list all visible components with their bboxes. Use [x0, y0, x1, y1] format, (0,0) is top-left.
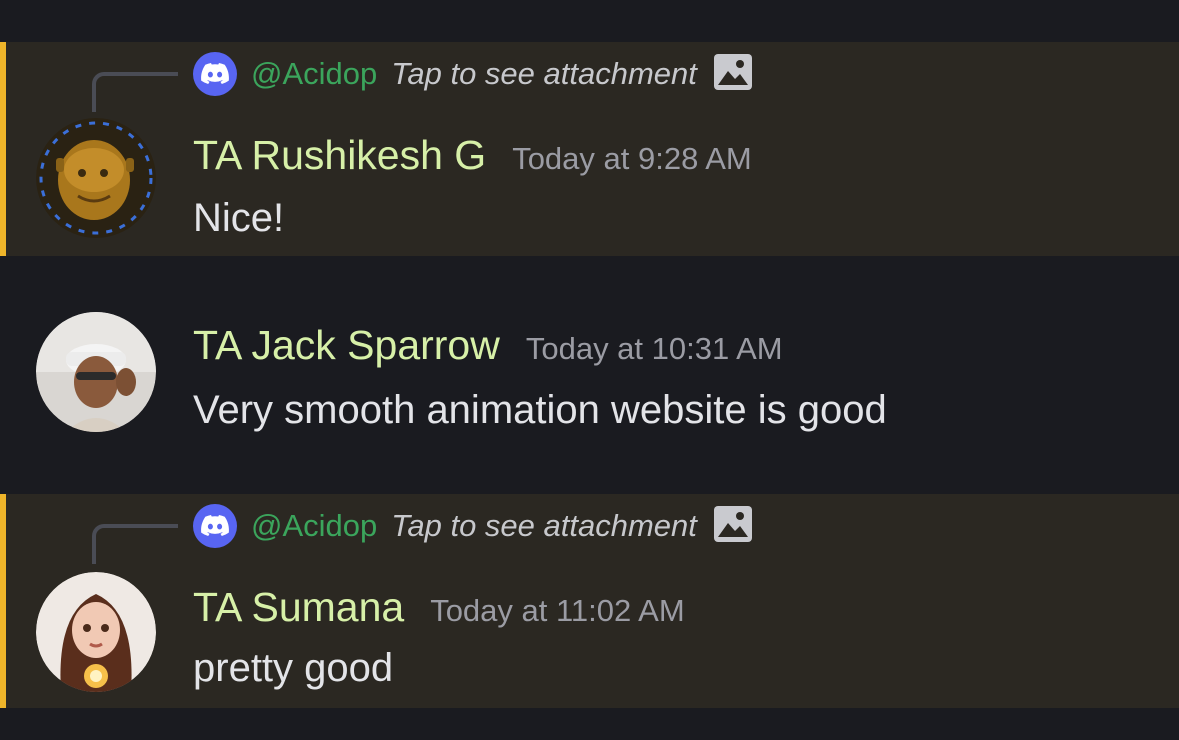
timestamp: Today at 9:28 AM	[512, 141, 752, 176]
author-name[interactable]: TA Jack Sparrow	[193, 322, 500, 369]
message-feed: @Acidop Tap to see attachment TA Rushike…	[0, 0, 1179, 740]
reply-mention[interactable]: @Acidop	[251, 56, 377, 92]
reply-attachment-text[interactable]: Tap to see attachment	[391, 508, 697, 544]
message-item[interactable]: @Acidop Tap to see attachment	[0, 494, 1179, 708]
message-header: TA Rushikesh G Today at 9:28 AM	[193, 132, 752, 179]
author-name[interactable]: TA Sumana	[193, 584, 404, 631]
user-avatar[interactable]	[36, 312, 156, 432]
reply-attachment-text[interactable]: Tap to see attachment	[391, 56, 697, 92]
mention-accent-bar	[0, 494, 6, 708]
image-icon	[713, 505, 753, 548]
message-header: TA Sumana Today at 11:02 AM	[193, 584, 685, 631]
reply-connector	[92, 72, 178, 112]
user-avatar[interactable]	[36, 118, 156, 238]
discord-logo-icon	[193, 504, 237, 548]
author-name[interactable]: TA Rushikesh G	[193, 132, 486, 179]
message-content: pretty good	[193, 646, 394, 690]
message-content: Very smooth animation website is good	[193, 388, 887, 432]
mention-accent-bar	[0, 42, 6, 256]
reply-preview[interactable]: @Acidop Tap to see attachment	[193, 52, 753, 96]
message-item[interactable]: @Acidop Tap to see attachment	[0, 42, 1179, 256]
timestamp: Today at 11:02 AM	[430, 593, 685, 628]
message-item[interactable]: TA Jack Sparrow Today at 10:31 AM Very s…	[0, 256, 1179, 494]
image-icon	[713, 53, 753, 96]
discord-logo-icon	[193, 52, 237, 96]
timestamp: Today at 10:31 AM	[525, 331, 783, 366]
reply-preview[interactable]: @Acidop Tap to see attachment	[193, 504, 753, 548]
user-avatar[interactable]	[36, 572, 156, 692]
reply-connector	[92, 524, 178, 564]
reply-mention[interactable]: @Acidop	[251, 508, 377, 544]
message-header: TA Jack Sparrow Today at 10:31 AM	[193, 322, 783, 369]
message-content: Nice!	[193, 196, 285, 240]
